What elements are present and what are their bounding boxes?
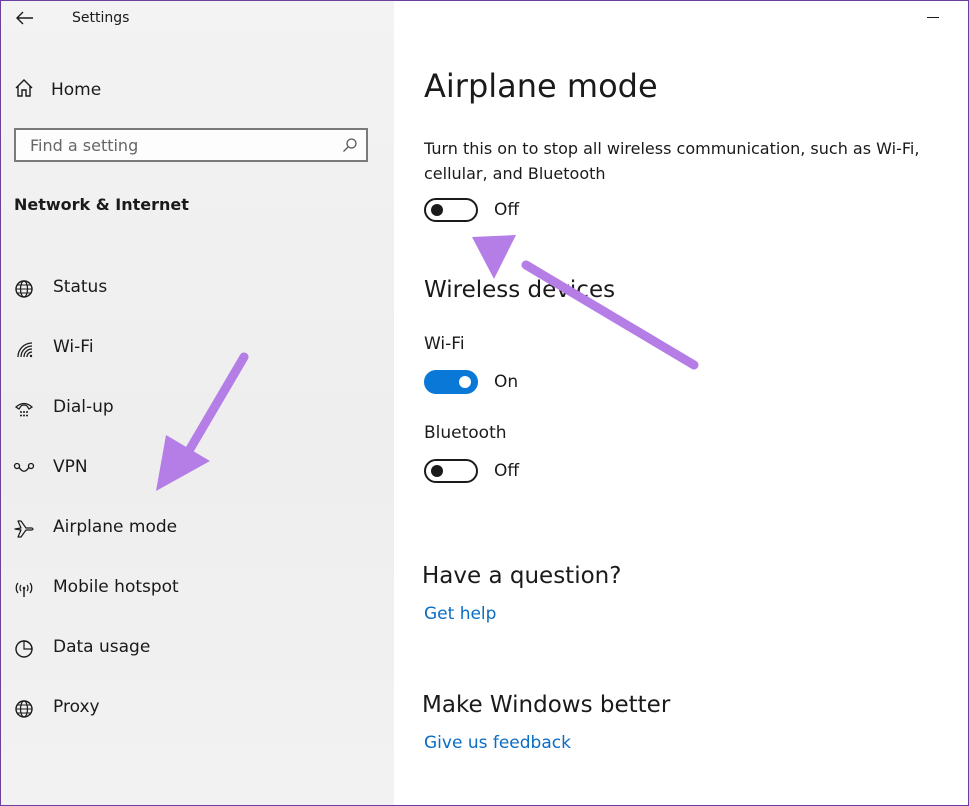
search-input[interactable] <box>30 134 330 156</box>
sidebar-item-label: Mobile hotspot <box>53 577 179 597</box>
sidebar: Settings Home Network & Internet Status <box>1 1 394 805</box>
sidebar-item-label: Proxy <box>53 697 100 717</box>
wifi-toggle[interactable] <box>424 370 478 394</box>
hotspot-icon <box>13 578 35 600</box>
globe-icon <box>13 698 35 720</box>
section-title: Network & Internet <box>14 195 189 214</box>
sidebar-item-label: Airplane mode <box>53 517 178 537</box>
wifi-toggle-state: On <box>494 372 519 392</box>
sidebar-item-status[interactable]: Status <box>1 261 394 321</box>
sidebar-item-proxy[interactable]: Proxy <box>1 681 394 741</box>
home-button[interactable]: Home <box>13 77 101 103</box>
wifi-icon <box>13 338 35 360</box>
sidebar-item-label: Wi-Fi <box>53 337 94 357</box>
give-feedback-link[interactable]: Give us feedback <box>424 733 571 753</box>
page-title: Airplane mode <box>424 67 658 105</box>
app-title: Settings <box>72 10 130 26</box>
toggle-knob <box>459 376 471 388</box>
airplane-mode-toggle[interactable] <box>424 198 478 222</box>
toggle-knob <box>431 204 443 216</box>
dialup-icon <box>13 398 35 420</box>
airplane-description: Turn this on to stop all wireless commun… <box>424 139 920 183</box>
toggle-knob <box>431 465 443 477</box>
sidebar-item-label: Status <box>53 277 108 297</box>
settings-window: Settings Home Network & Internet Status <box>0 0 969 806</box>
sidebar-item-data-usage[interactable]: Data usage <box>1 621 394 681</box>
sidebar-item-mobile-hotspot[interactable]: Mobile hotspot <box>1 561 394 621</box>
minimize-button[interactable] <box>918 7 948 29</box>
feedback-heading: Make Windows better <box>422 692 671 718</box>
globe-status-icon <box>13 278 35 300</box>
sidebar-item-label: VPN <box>53 457 88 477</box>
content-pane: Airplane mode Turn this on to stop all w… <box>394 1 968 805</box>
bluetooth-label: Bluetooth <box>424 423 507 443</box>
sidebar-item-wifi[interactable]: Wi-Fi <box>1 321 394 381</box>
airplane-icon <box>13 518 35 540</box>
sidebar-item-vpn[interactable]: VPN <box>1 441 394 501</box>
home-label: Home <box>51 80 102 100</box>
bluetooth-toggle-state: Off <box>494 461 520 481</box>
vpn-icon <box>13 458 35 480</box>
data-usage-icon <box>13 638 35 660</box>
wifi-label: Wi-Fi <box>424 334 465 354</box>
bluetooth-toggle[interactable] <box>424 459 478 483</box>
question-heading: Have a question? <box>422 563 622 589</box>
sidebar-item-label: Data usage <box>53 637 151 657</box>
wireless-devices-heading: Wireless devices <box>424 277 616 303</box>
sidebar-item-label: Dial-up <box>53 397 114 417</box>
sidebar-item-airplane-mode[interactable]: Airplane mode <box>1 501 394 561</box>
sidebar-item-dial-up[interactable]: Dial-up <box>1 381 394 441</box>
search-box[interactable] <box>14 128 368 162</box>
home-icon <box>13 77 35 103</box>
airplane-toggle-state: Off <box>494 200 520 220</box>
get-help-link[interactable]: Get help <box>424 604 496 624</box>
search-icon[interactable] <box>342 137 358 157</box>
back-arrow-icon[interactable] <box>13 8 37 28</box>
sidebar-nav: Status Wi-Fi Dial-up VPN Airplane mode M… <box>1 261 394 741</box>
